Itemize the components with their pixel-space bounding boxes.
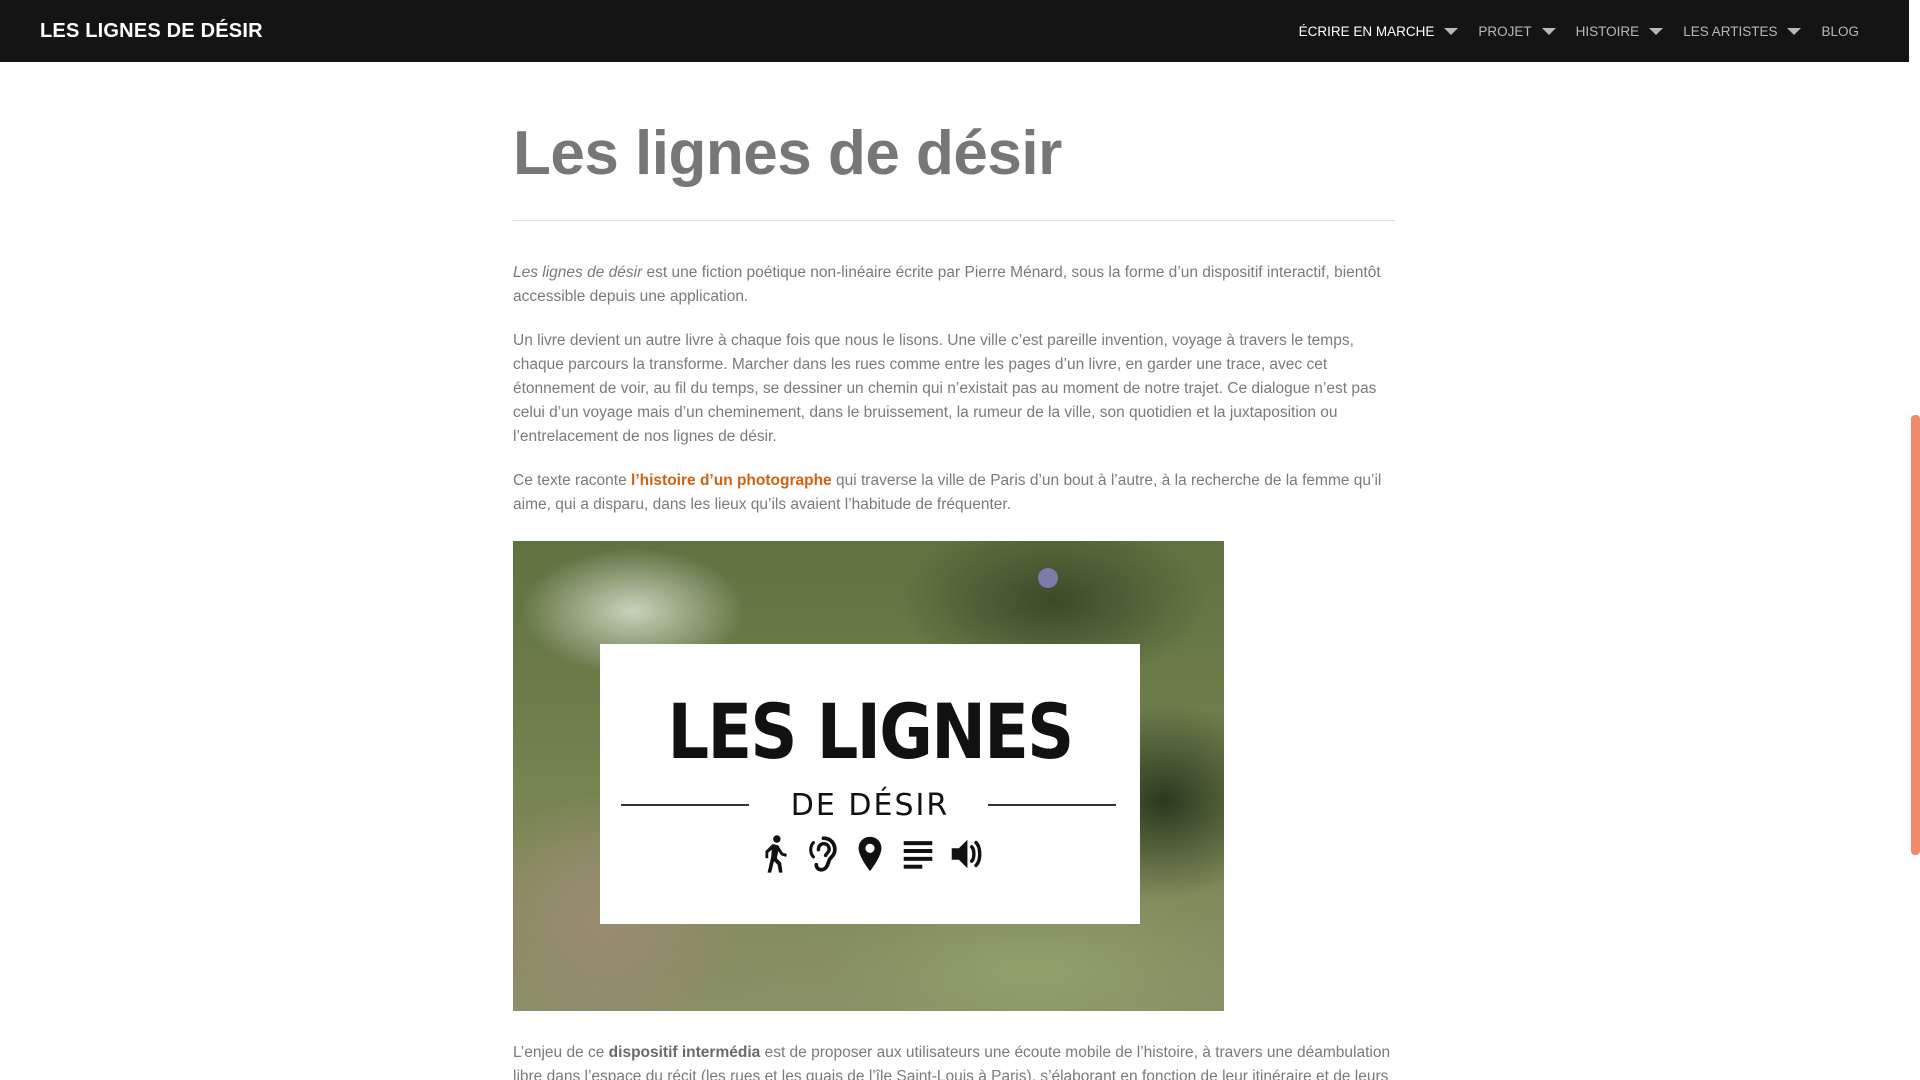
caret-down-icon [1541,27,1556,35]
nav-item-label: HISTOIRE [1575,23,1640,39]
title-divider [513,220,1395,221]
logo-title: LES LIGNES [667,687,1075,776]
story-paragraph: Ce texte raconte l’histoire d’un photogr… [513,469,1395,517]
site-brand-link[interactable]: LES LIGNES DE DÉSIR [40,0,263,62]
device-text-before: L’enjeu de ce [513,1044,609,1061]
logo-icon-row [600,834,1140,874]
ear-icon [809,836,837,872]
device-paragraph: L’enjeu de ce dispositif intermédia est … [513,1041,1395,1080]
scrollbar-thumb[interactable] [1911,415,1920,855]
walking-person-icon [765,835,787,873]
nav-item-ecrire-en-marche[interactable]: ÉCRIRE EN MARCHE [1289,0,1469,62]
logo-divider-right [988,804,1116,806]
nav-item-label: LES ARTISTES [1683,23,1778,39]
photographer-story-link[interactable]: l’histoire d’un photographe [631,472,832,489]
page-title: Les lignes de désir [513,119,1062,188]
nav-item-label: BLOG [1821,23,1859,39]
nav-item-label: ÉCRIRE EN MARCHE [1298,23,1435,39]
flower-detail [1038,568,1058,588]
story-text-before: Ce texte raconte [513,472,632,489]
caret-down-icon [1649,27,1664,35]
device-bold: dispositif intermédia [608,1044,761,1061]
caret-down-icon [1787,27,1802,35]
description-paragraph: Un livre devient un autre livre à chaque… [513,332,1377,445]
main-content: Les lignes de désir Les lignes de désir … [513,62,1395,1080]
top-navbar: LES LIGNES DE DÉSIR ÉCRIRE EN MARCHE PRO… [0,0,1909,62]
logo-card: LES LIGNES DE DÉSIR [600,644,1140,924]
map-pin-icon [858,836,882,872]
nav-item-label: PROJET [1478,23,1532,39]
nav-item-les-artistes[interactable]: LES ARTISTES [1673,0,1811,62]
intro-text: est une fiction poétique non-linéaire éc… [513,264,1381,305]
nav-menu: ÉCRIRE EN MARCHE PROJET HISTOIRE LES ART… [1289,0,1869,62]
text-lines-icon [903,841,933,869]
intro-paragraph: Les lignes de désir est une fiction poét… [513,261,1395,309]
speaker-icon [951,839,982,869]
hero-image: LES LIGNES DE DÉSIR [513,541,1224,1011]
nav-item-histoire[interactable]: HISTOIRE [1566,0,1674,62]
intro-emphasis: Les lignes de désir [513,264,643,281]
nav-item-projet[interactable]: PROJET [1468,0,1565,62]
logo-subtitle: DE DÉSIR [790,788,950,823]
nav-item-blog[interactable]: BLOG [1811,0,1869,62]
page-scrollbar[interactable] [1909,0,1920,1080]
caret-down-icon [1444,27,1459,35]
